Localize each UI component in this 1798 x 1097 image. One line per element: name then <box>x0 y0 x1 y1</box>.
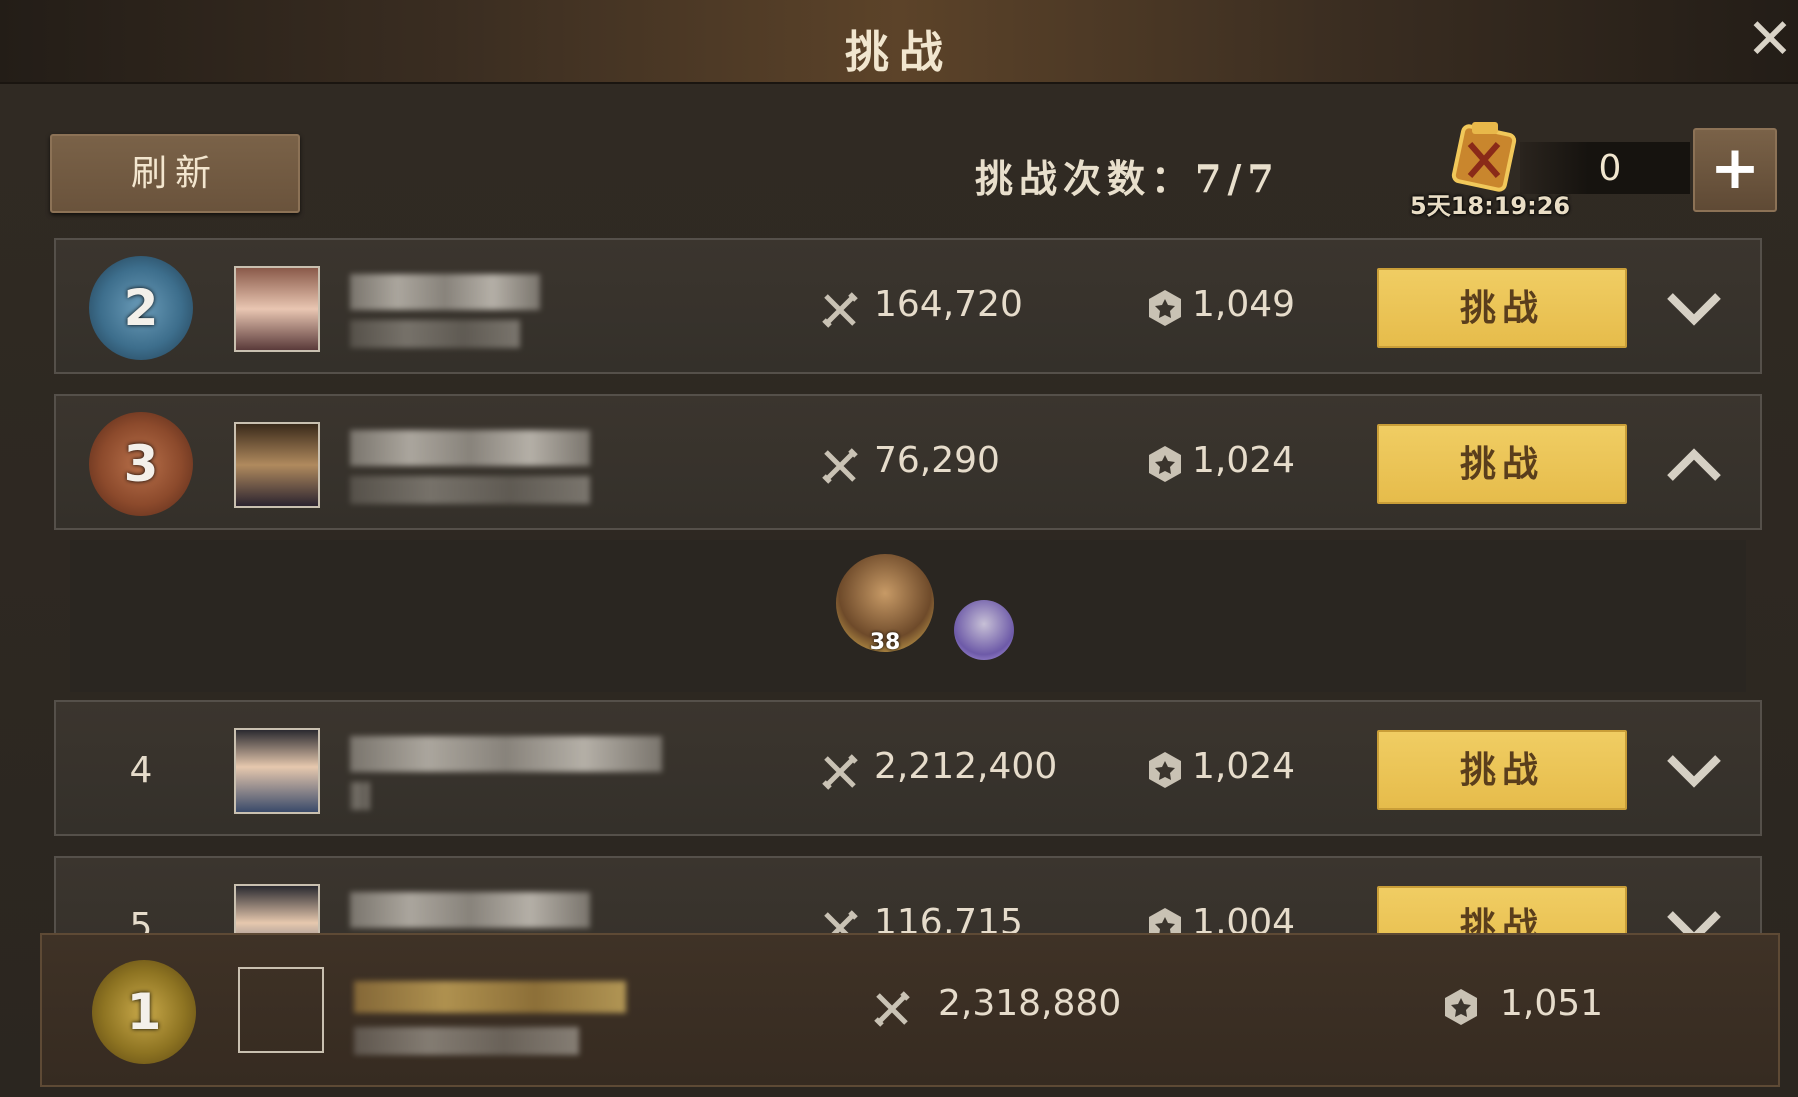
challenge-button[interactable]: 挑战 <box>1377 268 1627 348</box>
challenge-button[interactable]: 挑战 <box>1377 730 1627 810</box>
player-guild-blurred <box>350 320 520 348</box>
player-name-blurred <box>354 981 626 1013</box>
honor-icon <box>1149 446 1181 482</box>
rank-number: 4 <box>129 749 153 791</box>
challenge-attempts: 挑战次数：7/7 <box>975 156 1280 201</box>
swords-icon <box>822 292 858 328</box>
honor-icon <box>1445 989 1477 1025</box>
opponent-row: 4 2,212,400 1,024 挑战 <box>54 700 1762 836</box>
honor-icon <box>1149 290 1181 326</box>
chevron-down-icon[interactable] <box>1666 282 1722 334</box>
self-rank-row: 1 2,318,880 1,051 <box>40 933 1780 1087</box>
arena-score: 1,024 <box>1192 746 1296 787</box>
refresh-button[interactable]: 刷新 <box>50 134 300 213</box>
player-guild-blurred <box>354 1027 579 1055</box>
title-bar: 挑战 ✕ <box>0 0 1798 84</box>
challenge-token-icon <box>1451 122 1517 192</box>
avatar[interactable] <box>234 728 320 814</box>
avatar[interactable] <box>234 422 320 508</box>
rank-medal: 1 <box>92 960 196 1064</box>
chevron-down-icon[interactable] <box>1666 744 1722 796</box>
avatar[interactable] <box>234 266 320 352</box>
rank-medal: 3 <box>89 412 193 516</box>
player-name-blurred <box>350 736 662 772</box>
battle-power: 2,212,400 <box>874 746 1058 787</box>
battle-power: 76,290 <box>874 440 1000 481</box>
swords-icon <box>822 448 858 484</box>
token-timer: 5天18:19:26 <box>1410 192 1571 220</box>
player-name-blurred <box>350 274 540 310</box>
rank-medal: 2 <box>89 256 193 360</box>
token-count: 0 <box>1598 148 1622 189</box>
player-guild-blurred <box>350 782 370 810</box>
player-guild-blurred <box>350 476 590 504</box>
avatar[interactable] <box>238 967 324 1053</box>
arena-score: 1,049 <box>1192 284 1296 325</box>
honor-icon <box>1149 752 1181 788</box>
page-title: 挑战 <box>845 27 953 78</box>
player-name-blurred <box>350 892 590 928</box>
hero-level: 38 <box>869 630 901 655</box>
swords-icon <box>874 991 910 1027</box>
player-name-blurred <box>350 430 590 466</box>
swords-icon <box>822 754 858 790</box>
close-icon[interactable]: ✕ <box>1742 12 1798 68</box>
opponent-row: 3 76,290 1,024 挑战 <box>54 394 1762 530</box>
challenge-button[interactable]: 挑战 <box>1377 424 1627 504</box>
chevron-up-icon[interactable] <box>1666 438 1722 490</box>
battle-power: 164,720 <box>874 284 1023 325</box>
opponent-row: 2 164,720 1,049 挑战 <box>54 238 1762 374</box>
arena-score: 1,051 <box>1500 983 1604 1024</box>
add-attempts-button[interactable]: + <box>1693 128 1777 212</box>
battle-power: 2,318,880 <box>938 983 1122 1024</box>
hero-portrait-secondary[interactable] <box>954 600 1014 660</box>
arena-score: 1,024 <box>1192 440 1296 481</box>
